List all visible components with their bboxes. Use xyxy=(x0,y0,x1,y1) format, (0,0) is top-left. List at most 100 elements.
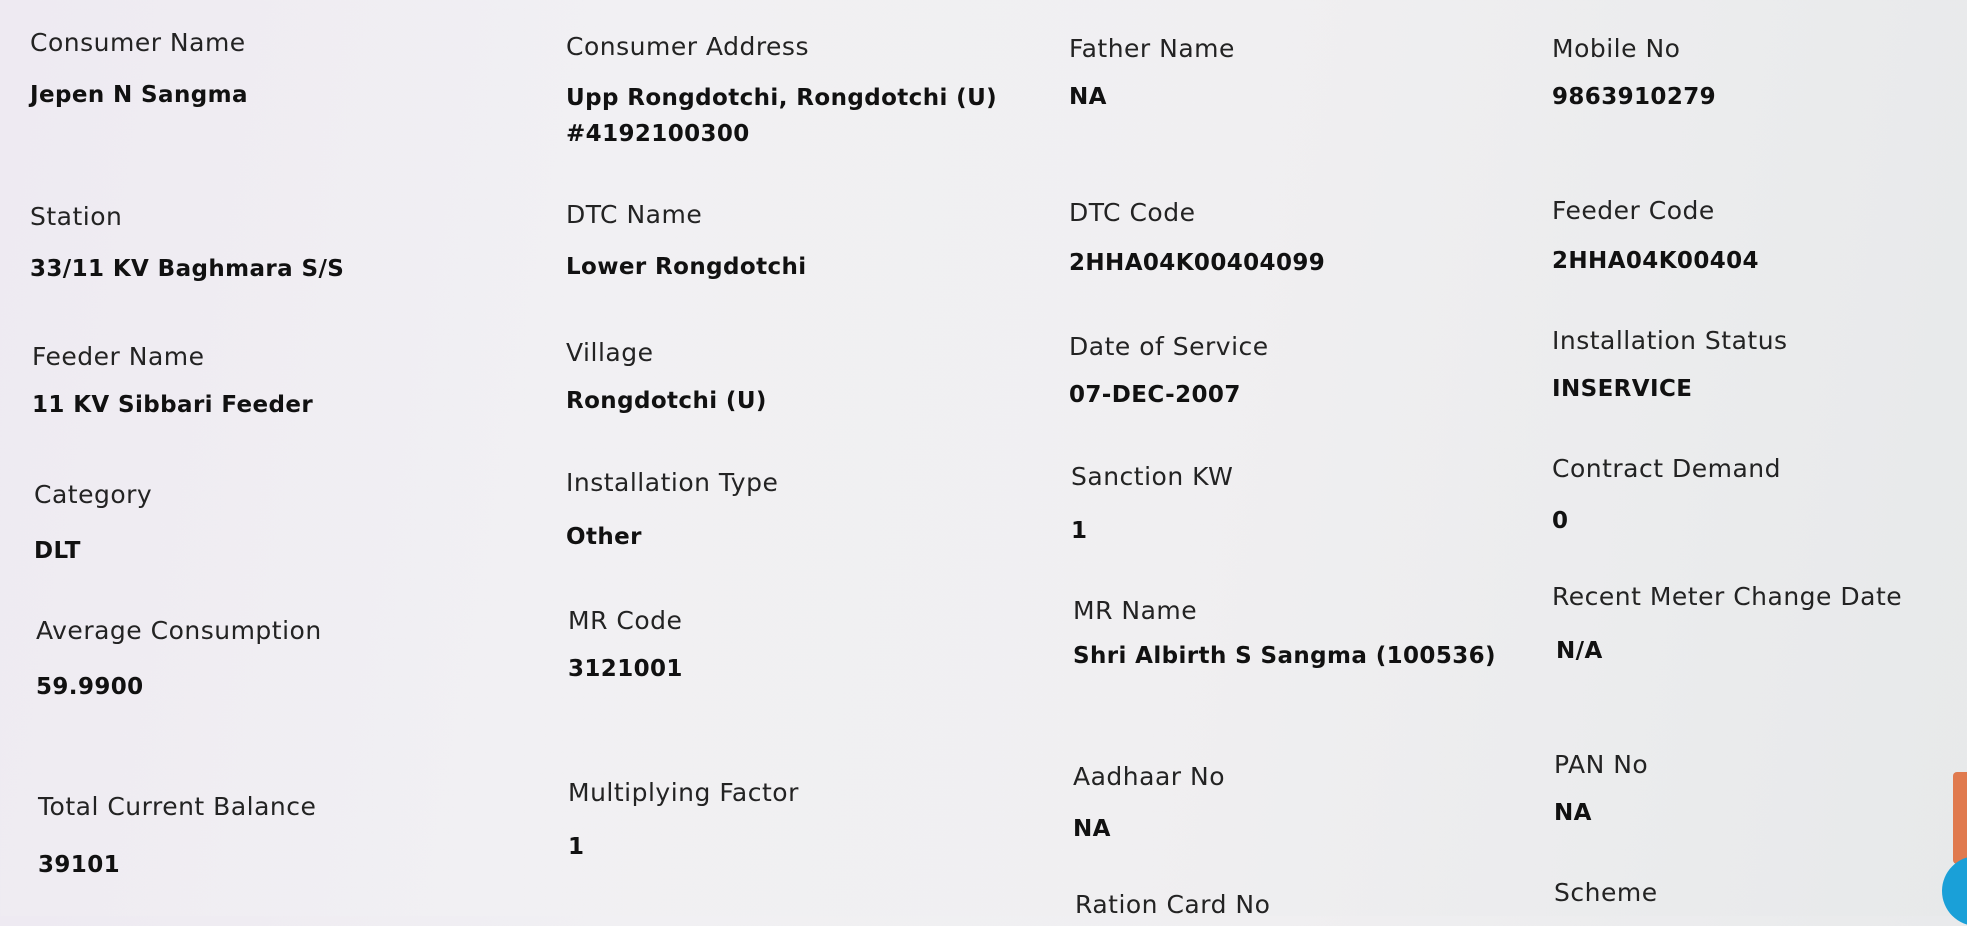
installation-status-value-wrap: INSERVICE xyxy=(1552,376,1692,402)
pan-no-label: PAN No xyxy=(1554,750,1649,779)
aadhaar-no-value-wrap: NA xyxy=(1073,816,1111,842)
scheme-label: Scheme xyxy=(1554,878,1658,907)
feeder-code-field: Feeder Code xyxy=(1552,196,1715,225)
contract-demand-value: 0 xyxy=(1552,508,1569,534)
mobile-no-field: Mobile No xyxy=(1552,34,1680,63)
installation-type-value: Other xyxy=(566,524,642,550)
feeder-name-label: Feeder Name xyxy=(32,342,205,371)
mr-name-value: Shri Albirth S Sangma (100536) xyxy=(1073,643,1496,669)
date-of-service-label: Date of Service xyxy=(1069,332,1269,361)
average-consumption-value-wrap: 59.9900 xyxy=(36,674,144,700)
date-of-service-value-wrap: 07-DEC-2007 xyxy=(1069,382,1241,408)
multiplying-factor-value-wrap: 1 xyxy=(568,834,584,860)
station-value-wrap: 33/11 KV Baghmara S/S xyxy=(30,256,344,282)
village-value-wrap: Rongdotchi (U) xyxy=(566,388,767,414)
installation-type-field: Installation Type xyxy=(566,468,778,497)
mr-name-field: MR Name xyxy=(1073,596,1197,625)
dtc-name-label: DTC Name xyxy=(566,200,703,229)
consumer-address-label: Consumer Address xyxy=(566,32,809,61)
total-current-balance-value-wrap: 39101 xyxy=(38,852,120,878)
recent-meter-change-date-label: Recent Meter Change Date xyxy=(1552,582,1903,611)
dtc-name-value-wrap: Lower Rongdotchi xyxy=(566,254,807,280)
consumer-name-label: Consumer Name xyxy=(30,28,246,57)
multiplying-factor-label: Multiplying Factor xyxy=(568,778,799,807)
aadhaar-no-field: Aadhaar No xyxy=(1073,762,1225,791)
station-value: 33/11 KV Baghmara S/S xyxy=(30,256,345,282)
dtc-code-field: DTC Code xyxy=(1069,198,1195,227)
contract-demand-label: Contract Demand xyxy=(1552,454,1782,483)
sanction-kw-value-wrap: 1 xyxy=(1071,518,1087,544)
consumer-address-value: Upp Rongdotchi, Rongdotchi (U) #41921003… xyxy=(566,85,998,147)
consumer-details-panel: Consumer Name Jepen N Sangma Consumer Ad… xyxy=(0,0,1967,919)
dtc-name-field: DTC Name xyxy=(566,200,702,229)
consumer-name-value: Jepen N Sangma xyxy=(30,82,248,108)
installation-type-value-wrap: Other xyxy=(566,524,642,550)
recent-meter-change-date-value: N/A xyxy=(1556,638,1603,664)
consumer-name-field: Consumer Name xyxy=(30,28,246,57)
father-name-value-wrap: NA xyxy=(1069,84,1107,110)
mobile-no-label: Mobile No xyxy=(1552,34,1681,63)
recent-meter-change-date-field: Recent Meter Change Date xyxy=(1552,582,1902,611)
mobile-no-value: 9863910279 xyxy=(1552,84,1717,110)
feeder-code-value: 2HHA04K00404 xyxy=(1552,248,1759,274)
dtc-code-label: DTC Code xyxy=(1069,198,1196,227)
aadhaar-no-label: Aadhaar No xyxy=(1073,762,1225,791)
multiplying-factor-field: Multiplying Factor xyxy=(568,778,799,807)
installation-type-label: Installation Type xyxy=(566,468,779,497)
mobile-no-value-wrap: 9863910279 xyxy=(1552,84,1716,110)
feeder-name-value-wrap: 11 KV Sibbari Feeder xyxy=(32,392,313,418)
category-value: DLT xyxy=(34,538,81,564)
mr-name-value-wrap: Shri Albirth S Sangma (100536) xyxy=(1073,638,1513,674)
consumer-name-value-wrap: Jepen N Sangma xyxy=(30,82,248,108)
feeder-name-value: 11 KV Sibbari Feeder xyxy=(32,392,314,418)
dtc-name-value: Lower Rongdotchi xyxy=(566,254,807,280)
pan-no-value-wrap: NA xyxy=(1554,800,1592,826)
installation-status-label: Installation Status xyxy=(1552,326,1788,355)
average-consumption-label: Average Consumption xyxy=(36,616,322,645)
dtc-code-value-wrap: 2HHA04K00404099 xyxy=(1069,250,1325,276)
pan-no-value: NA xyxy=(1554,800,1592,826)
date-of-service-value: 07-DEC-2007 xyxy=(1069,382,1241,408)
consumer-address-value-wrap: Upp Rongdotchi, Rongdotchi (U) #41921003… xyxy=(566,80,1006,152)
scheme-field: Scheme xyxy=(1554,878,1658,907)
ration-card-no-label: Ration Card No xyxy=(1075,890,1271,919)
installation-status-field: Installation Status xyxy=(1552,326,1788,355)
contract-demand-field: Contract Demand xyxy=(1552,454,1781,483)
consumer-address-field: Consumer Address xyxy=(566,32,809,61)
side-tab-handle[interactable] xyxy=(1953,772,1967,864)
feeder-name-field: Feeder Name xyxy=(32,342,205,371)
sanction-kw-value: 1 xyxy=(1071,518,1088,544)
station-field: Station xyxy=(30,202,122,231)
mr-name-label: MR Name xyxy=(1073,596,1198,625)
average-consumption-field: Average Consumption xyxy=(36,616,322,645)
sanction-kw-field: Sanction KW xyxy=(1071,462,1233,491)
total-current-balance-label: Total Current Balance xyxy=(38,792,317,821)
village-value: Rongdotchi (U) xyxy=(566,388,767,414)
father-name-field: Father Name xyxy=(1069,34,1235,63)
pan-no-field: PAN No xyxy=(1554,750,1648,779)
ration-card-no-field: Ration Card No xyxy=(1075,890,1270,919)
dtc-code-value: 2HHA04K00404099 xyxy=(1069,250,1326,276)
total-current-balance-field: Total Current Balance xyxy=(38,792,316,821)
mr-code-value-wrap: 3121001 xyxy=(568,656,683,682)
station-label: Station xyxy=(30,202,123,231)
recent-meter-change-date-value-wrap: N/A xyxy=(1556,638,1603,664)
mr-code-label: MR Code xyxy=(568,606,683,635)
aadhaar-no-value: NA xyxy=(1073,816,1111,842)
date-of-service-field: Date of Service xyxy=(1069,332,1269,361)
mr-code-value: 3121001 xyxy=(568,656,683,682)
contract-demand-value-wrap: 0 xyxy=(1552,508,1568,534)
total-current-balance-value: 39101 xyxy=(38,852,121,878)
sanction-kw-label: Sanction KW xyxy=(1071,462,1234,491)
village-label: Village xyxy=(566,338,654,367)
father-name-value: NA xyxy=(1069,84,1107,110)
category-label: Category xyxy=(34,480,153,509)
installation-status-value: INSERVICE xyxy=(1552,376,1693,402)
father-name-label: Father Name xyxy=(1069,34,1235,63)
multiplying-factor-value: 1 xyxy=(568,834,585,860)
category-value-wrap: DLT xyxy=(34,538,81,564)
average-consumption-value: 59.9900 xyxy=(36,674,144,700)
feeder-code-value-wrap: 2HHA04K00404 xyxy=(1552,248,1759,274)
mr-code-field: MR Code xyxy=(568,606,682,635)
category-field: Category xyxy=(34,480,152,509)
